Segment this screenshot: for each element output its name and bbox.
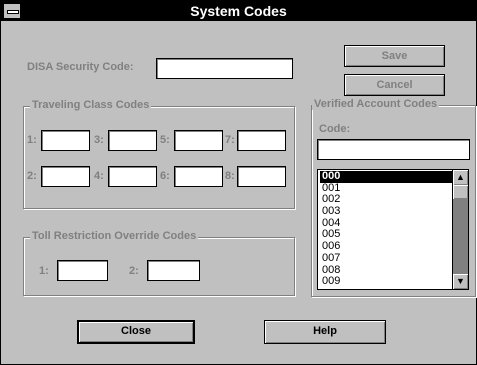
toll-restriction-legend: Toll Restriction Override Codes [30, 230, 199, 242]
traveling-class-codes-group: Traveling Class Codes [23, 99, 295, 209]
list-item[interactable]: 007 [320, 252, 452, 265]
toll-code-1-input[interactable] [57, 260, 108, 281]
disa-security-code-input[interactable] [156, 58, 293, 79]
traveling-label-5: 5: [160, 134, 170, 146]
title-bar: System Codes [1, 1, 476, 21]
close-button[interactable]: Close [77, 320, 195, 344]
up-arrow-icon[interactable]: ▲ [453, 170, 468, 185]
traveling-code-1-input[interactable] [41, 130, 90, 151]
traveling-label-1: 1: [27, 134, 37, 146]
traveling-code-3-input[interactable] [108, 130, 157, 151]
list-item[interactable]: 009 [320, 275, 452, 288]
window-title: System Codes [190, 3, 287, 19]
code-label: Code: [319, 123, 351, 135]
traveling-code-4-input[interactable] [108, 166, 157, 187]
save-button[interactable]: Save [344, 45, 445, 67]
verified-account-codes-legend: Verified Account Codes [312, 98, 440, 110]
disa-security-code-label: DISA Security Code: [27, 61, 134, 73]
verified-codes-list: 000 001 002 003 004 005 006 007 008 009 [320, 170, 452, 288]
traveling-code-2-input[interactable] [41, 166, 90, 187]
list-item[interactable]: 003 [320, 205, 452, 218]
traveling-code-7-input[interactable] [237, 130, 286, 151]
verified-code-input[interactable] [317, 139, 470, 160]
traveling-label-8: 8: [225, 170, 235, 182]
help-button[interactable]: Help [264, 320, 386, 344]
verified-codes-listbox[interactable]: 000 001 002 003 004 005 006 007 008 009 ▲ ▼ [317, 169, 469, 290]
traveling-label-3: 3: [94, 134, 104, 146]
toll-code-2-input[interactable] [147, 260, 200, 281]
traveling-code-8-input[interactable] [237, 166, 286, 187]
traveling-code-6-input[interactable] [174, 166, 223, 187]
traveling-class-codes-legend: Traveling Class Codes [30, 99, 152, 111]
traveling-code-5-input[interactable] [174, 130, 223, 151]
down-arrow-icon[interactable]: ▼ [453, 274, 468, 289]
traveling-label-2: 2: [27, 170, 37, 182]
listbox-scrollbar[interactable]: ▲ ▼ [452, 170, 468, 289]
toll-label-1: 1: [39, 265, 49, 277]
traveling-label-6: 6: [160, 170, 170, 182]
system-codes-window: System Codes DISA Security Code: Save Ca… [0, 0, 477, 365]
toll-label-2: 2: [129, 265, 139, 277]
list-item[interactable]: 000 [320, 170, 452, 183]
traveling-label-7: 7: [225, 134, 235, 146]
cancel-button[interactable]: Cancel [344, 74, 445, 96]
scroll-thumb[interactable] [453, 185, 468, 199]
traveling-label-4: 4: [94, 170, 104, 182]
